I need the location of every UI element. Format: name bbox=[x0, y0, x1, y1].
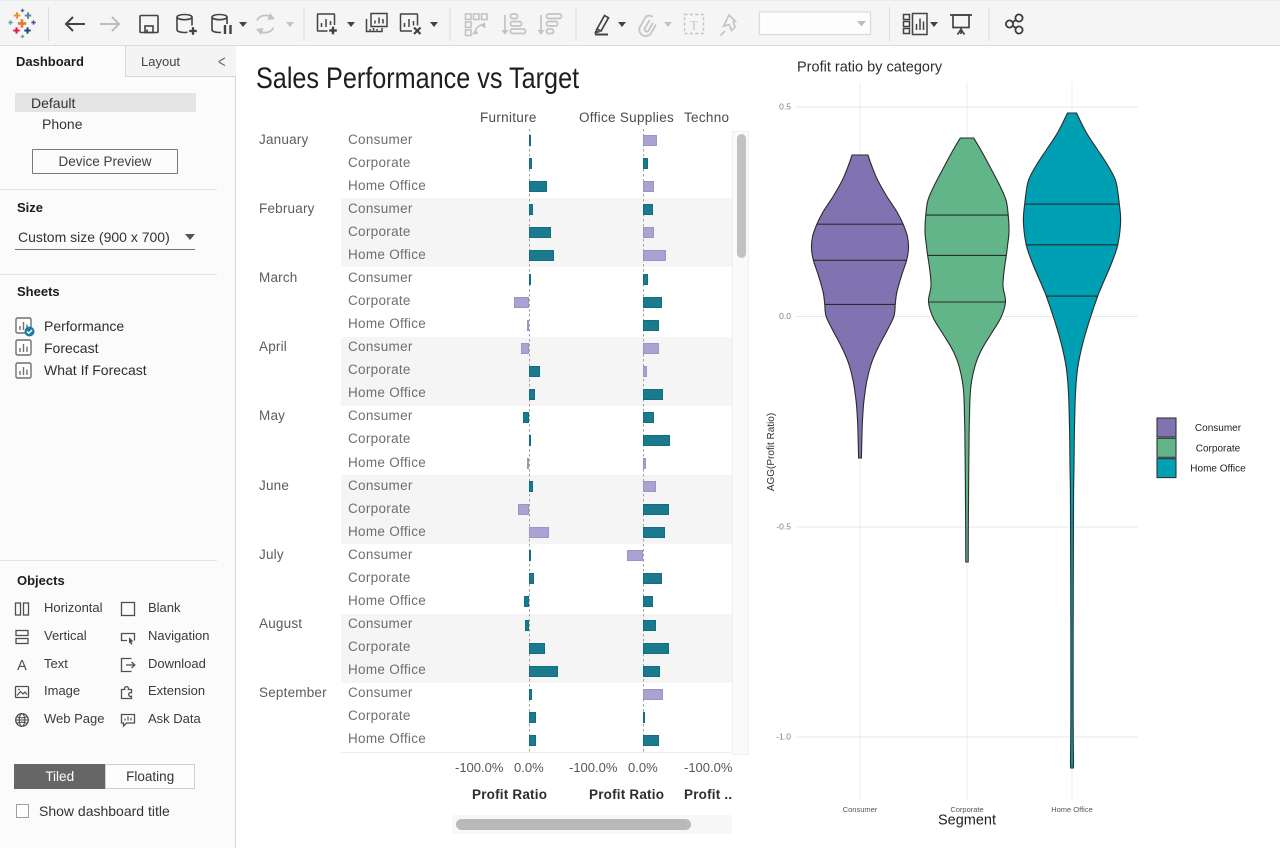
svg-text:Home Office: Home Office bbox=[1051, 805, 1093, 814]
svg-text:AGG(Profit Ratio): AGG(Profit Ratio) bbox=[766, 413, 777, 491]
svg-text:Home Office: Home Office bbox=[1190, 464, 1246, 475]
svg-text:-1.0: -1.0 bbox=[776, 732, 791, 742]
svg-text:Consumer: Consumer bbox=[843, 805, 878, 814]
svg-text:Corporate: Corporate bbox=[1196, 443, 1241, 454]
svg-text:Segment: Segment bbox=[938, 813, 996, 829]
svg-text:Profit ratio by category: Profit ratio by category bbox=[797, 60, 943, 76]
svg-text:Consumer: Consumer bbox=[1195, 423, 1242, 434]
svg-text:-0.5: -0.5 bbox=[776, 522, 791, 532]
svg-text:0.0: 0.0 bbox=[779, 311, 791, 321]
svg-text:0.5: 0.5 bbox=[779, 102, 791, 112]
